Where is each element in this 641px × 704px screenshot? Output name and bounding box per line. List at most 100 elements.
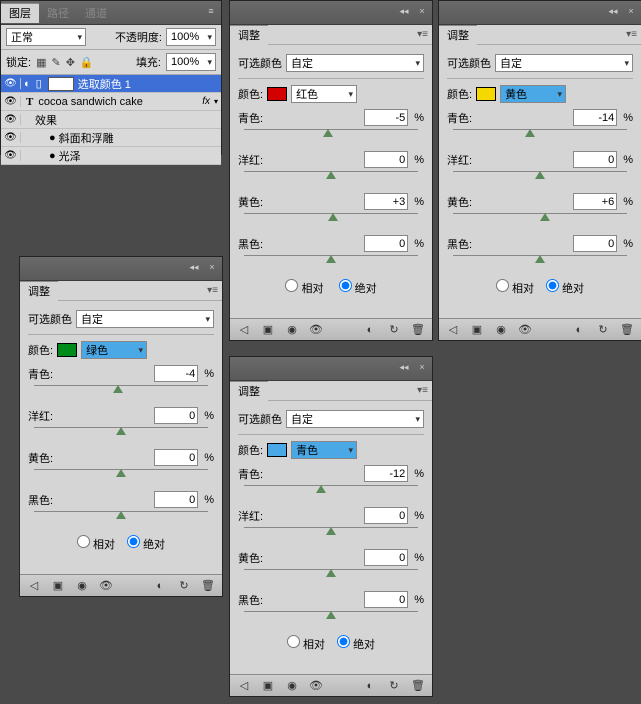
- black-slider[interactable]: [453, 255, 627, 267]
- magenta-input[interactable]: [154, 407, 198, 424]
- tab-adjust[interactable]: 调整: [20, 281, 58, 301]
- magenta-input[interactable]: [364, 507, 408, 524]
- magenta-slider[interactable]: [453, 171, 627, 183]
- close-icon[interactable]: ×: [414, 3, 430, 19]
- visibility-icon[interactable]: 👁: [1, 96, 21, 107]
- clip-icon[interactable]: ◉: [493, 322, 509, 338]
- cyan-input[interactable]: [154, 365, 198, 382]
- collapse-icon[interactable]: ◂◂: [605, 3, 621, 19]
- layer-effect-item[interactable]: 👁 ● 光泽: [1, 147, 221, 165]
- view-icon[interactable]: 👁: [517, 322, 533, 338]
- yellow-input[interactable]: [364, 193, 408, 210]
- color-dropdown[interactable]: 绿色: [81, 341, 147, 359]
- lock-move-icon[interactable]: ✥: [66, 56, 75, 69]
- fill-dropdown[interactable]: 100%: [166, 53, 216, 71]
- expand-icon[interactable]: ▣: [260, 678, 276, 694]
- panel-menu-icon[interactable]: ▾≡: [626, 29, 637, 40]
- radio-relative[interactable]: 相对: [77, 539, 115, 551]
- preset-dropdown[interactable]: 自定: [76, 310, 214, 328]
- layer-effect-item[interactable]: 👁 ● 斜面和浮雕: [1, 129, 221, 147]
- close-icon[interactable]: ×: [414, 359, 430, 375]
- color-dropdown[interactable]: 青色: [291, 441, 357, 459]
- black-slider[interactable]: [34, 511, 208, 523]
- back-icon[interactable]: ◁: [236, 678, 252, 694]
- visibility-icon[interactable]: 👁: [1, 150, 21, 161]
- delete-icon[interactable]: 🗑: [619, 322, 635, 338]
- prev-state-icon[interactable]: ◐: [362, 678, 378, 694]
- opacity-dropdown[interactable]: 100%: [166, 28, 216, 46]
- yellow-slider[interactable]: [34, 469, 208, 481]
- color-dropdown[interactable]: 黄色: [500, 85, 566, 103]
- clip-icon[interactable]: ◉: [74, 578, 90, 594]
- cyan-input[interactable]: [364, 109, 408, 126]
- black-slider[interactable]: [244, 255, 418, 267]
- visibility-icon[interactable]: 👁: [1, 78, 21, 89]
- prev-state-icon[interactable]: ◐: [362, 322, 378, 338]
- radio-absolute[interactable]: 绝对: [546, 283, 584, 295]
- yellow-input[interactable]: [573, 193, 617, 210]
- delete-icon[interactable]: 🗑: [410, 322, 426, 338]
- back-icon[interactable]: ◁: [236, 322, 252, 338]
- view-icon[interactable]: 👁: [98, 578, 114, 594]
- tab-adjust[interactable]: 调整: [230, 25, 268, 45]
- expand-icon[interactable]: ▣: [260, 322, 276, 338]
- reset-icon[interactable]: ↻: [386, 322, 402, 338]
- radio-relative[interactable]: 相对: [287, 639, 325, 651]
- view-icon[interactable]: 👁: [308, 322, 324, 338]
- yellow-input[interactable]: [154, 449, 198, 466]
- radio-absolute[interactable]: 绝对: [337, 639, 375, 651]
- lock-brush-icon[interactable]: ✎: [51, 56, 60, 69]
- clip-icon[interactable]: ◉: [284, 322, 300, 338]
- tab-paths[interactable]: 路径: [39, 3, 77, 23]
- reset-icon[interactable]: ↻: [595, 322, 611, 338]
- yellow-slider[interactable]: [244, 213, 418, 225]
- clip-icon[interactable]: ◉: [284, 678, 300, 694]
- fx-badge[interactable]: fx: [202, 96, 210, 107]
- cyan-slider[interactable]: [34, 385, 208, 397]
- collapse-icon[interactable]: ◂◂: [186, 259, 202, 275]
- panel-menu-icon[interactable]: ▾≡: [417, 29, 428, 40]
- cyan-slider[interactable]: [244, 129, 418, 141]
- collapse-icon[interactable]: ◂◂: [396, 3, 412, 19]
- back-icon[interactable]: ◁: [26, 578, 42, 594]
- blend-mode-dropdown[interactable]: 正常: [6, 28, 86, 46]
- tab-adjust[interactable]: 调整: [439, 25, 477, 45]
- visibility-icon[interactable]: 👁: [1, 114, 21, 125]
- layer-effects-row[interactable]: 👁 效果: [1, 111, 221, 129]
- magenta-slider[interactable]: [244, 171, 418, 183]
- panel-menu-icon[interactable]: ▾≡: [207, 285, 218, 296]
- radio-absolute[interactable]: 绝对: [127, 539, 165, 551]
- expand-icon[interactable]: ▣: [50, 578, 66, 594]
- collapse-icon[interactable]: ◂◂: [396, 359, 412, 375]
- panel-menu-icon[interactable]: ▾≡: [417, 385, 428, 396]
- tab-channels[interactable]: 通道: [77, 3, 115, 23]
- yellow-slider[interactable]: [453, 213, 627, 225]
- preset-dropdown[interactable]: 自定: [286, 54, 424, 72]
- magenta-slider[interactable]: [34, 427, 208, 439]
- black-input[interactable]: [364, 235, 408, 252]
- fx-toggle-icon[interactable]: ▾: [214, 97, 218, 106]
- close-icon[interactable]: ×: [623, 3, 639, 19]
- cyan-slider[interactable]: [453, 129, 627, 141]
- visibility-icon[interactable]: 👁: [1, 132, 21, 143]
- preset-dropdown[interactable]: 自定: [495, 54, 633, 72]
- preset-dropdown[interactable]: 自定: [286, 410, 424, 428]
- radio-relative[interactable]: 相对: [496, 283, 534, 295]
- cyan-input[interactable]: [364, 465, 408, 482]
- black-input[interactable]: [573, 235, 617, 252]
- black-input[interactable]: [154, 491, 198, 508]
- reset-icon[interactable]: ↻: [176, 578, 192, 594]
- black-slider[interactable]: [244, 611, 418, 623]
- panel-menu-icon[interactable]: ≡: [203, 3, 219, 19]
- layer-row[interactable]: 👁 T cocoa sandwich cake fx ▾: [1, 93, 221, 111]
- close-icon[interactable]: ×: [204, 259, 220, 275]
- black-input[interactable]: [364, 591, 408, 608]
- cyan-slider[interactable]: [244, 485, 418, 497]
- tab-adjust[interactable]: 调整: [230, 381, 268, 401]
- tab-layers[interactable]: 图层: [1, 3, 39, 23]
- reset-icon[interactable]: ↻: [386, 678, 402, 694]
- prev-state-icon[interactable]: ◐: [152, 578, 168, 594]
- layer-row-selected[interactable]: 👁 ◐ ▯ 选取颜色 1: [1, 75, 221, 93]
- delete-icon[interactable]: 🗑: [410, 678, 426, 694]
- magenta-slider[interactable]: [244, 527, 418, 539]
